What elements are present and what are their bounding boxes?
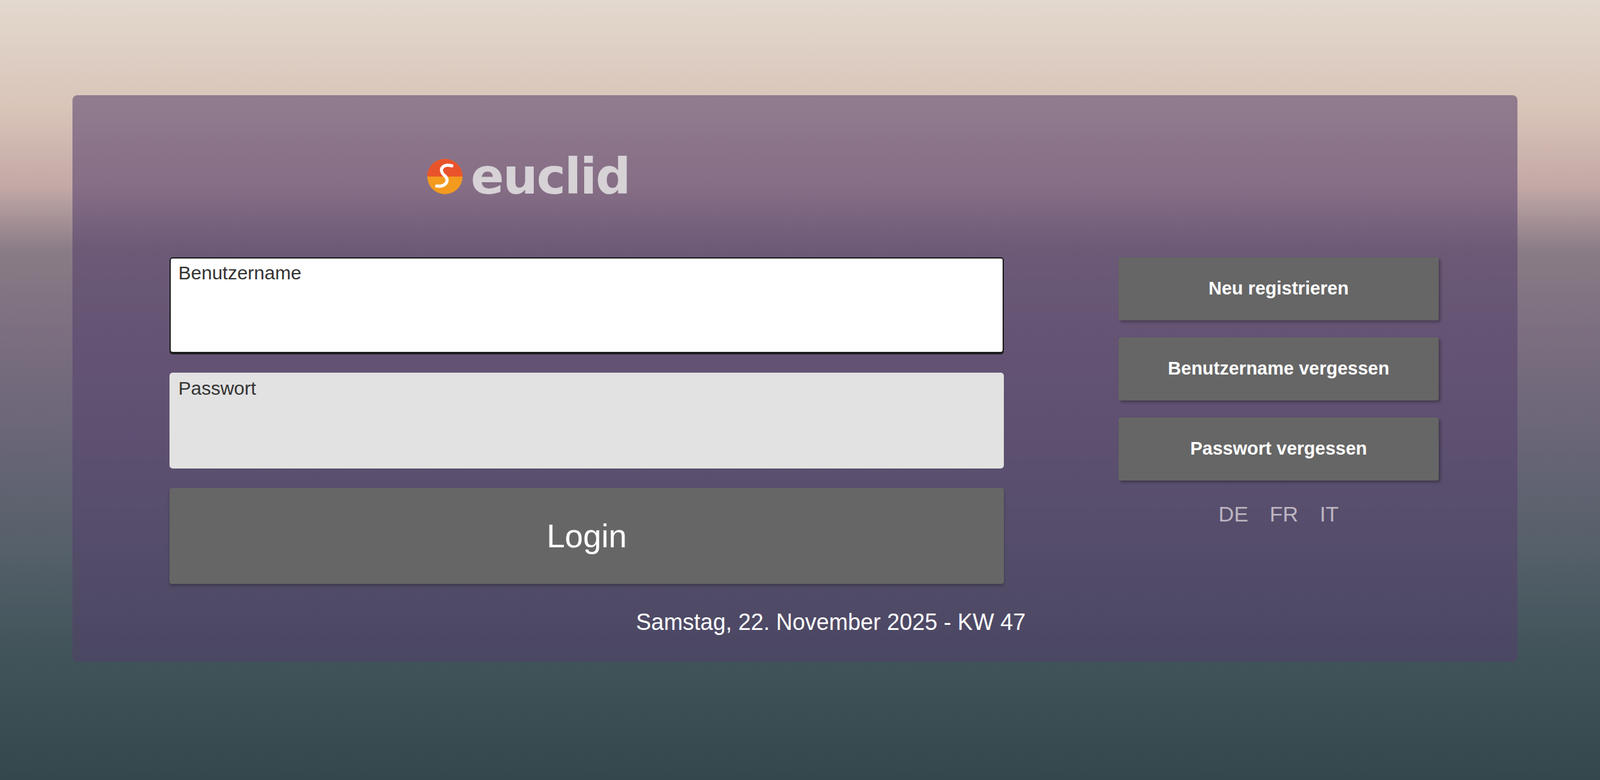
field-label: Passwort <box>178 376 996 401</box>
login-page: euclid Benutzername Passwort Login Neu reg… <box>0 0 1600 662</box>
login-button[interactable]: Login <box>169 487 1004 584</box>
register-button[interactable]: Neu registrieren <box>1118 257 1439 321</box>
logo: euclid <box>426 153 1493 200</box>
language-link[interactable]: IT <box>1319 497 1339 530</box>
date-display: Samstag, 22. November 2025 - KW 47 <box>169 604 1493 639</box>
language-link[interactable]: FR <box>1269 497 1299 530</box>
input-field[interactable]: Benutzername <box>169 257 1004 353</box>
forgot-username-button[interactable]: Benutzername vergessen <box>1118 337 1439 401</box>
language-link[interactable]: DE <box>1218 497 1249 530</box>
login-form: Benutzername Passwort Login <box>169 257 1004 584</box>
side-actions: Neu registrieren Benutzername vergessen Pa… <box>1118 257 1439 584</box>
language-switcher: DE FR IT <box>1118 497 1439 530</box>
field-label: Benutzername <box>178 260 996 285</box>
logo-text: euclid <box>470 151 630 202</box>
login-panel: euclid Benutzername Passwort Login Neu reg… <box>72 95 1518 662</box>
forgot-password-button[interactable]: Passwort vergessen <box>1118 417 1439 481</box>
password-input[interactable] <box>178 400 996 430</box>
euclid-logo-icon <box>426 158 464 195</box>
username-input[interactable] <box>178 284 996 315</box>
input-field[interactable]: Passwort <box>169 372 1004 469</box>
